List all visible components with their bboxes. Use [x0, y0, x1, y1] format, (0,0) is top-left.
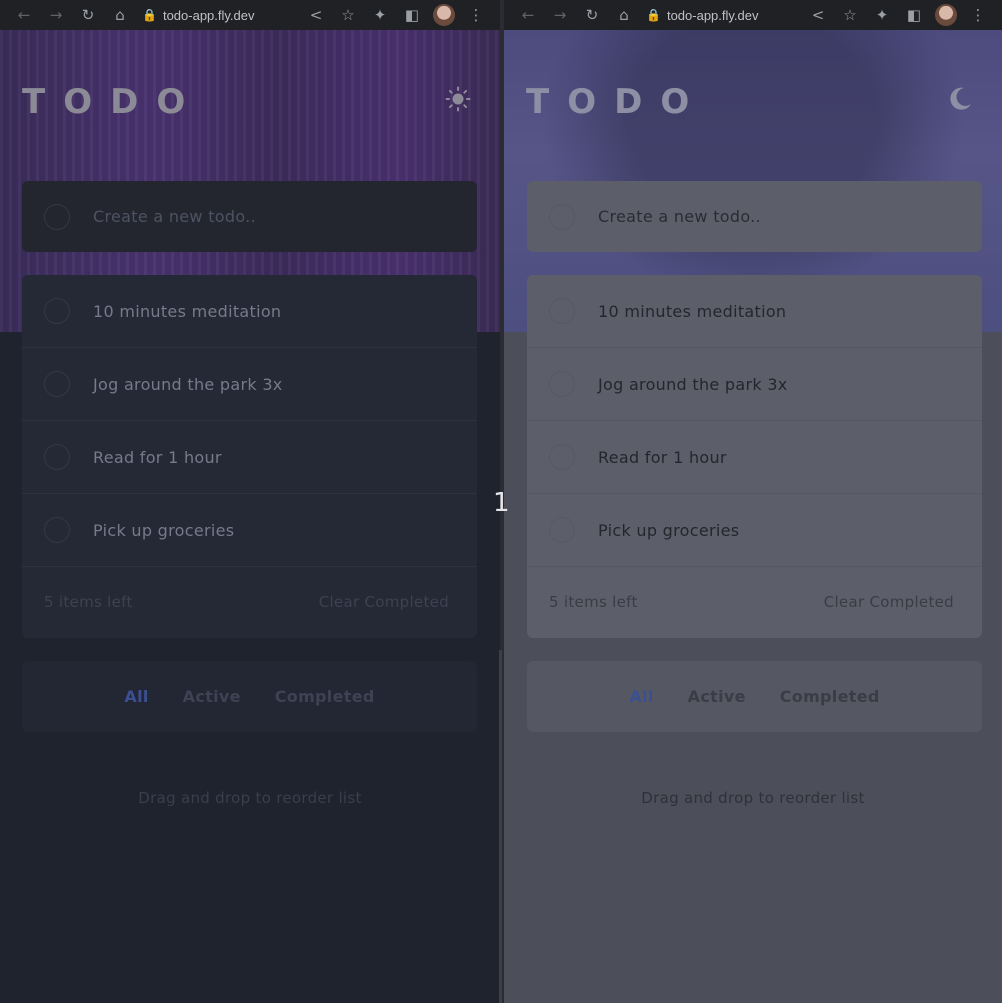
filter-completed[interactable]: Completed	[275, 687, 375, 706]
items-left-count: 5 items left	[549, 593, 638, 611]
list-item[interactable]: Jog around the park 3x	[527, 348, 982, 421]
address-bar[interactable]: 🔒 todo-app.fly.dev	[646, 8, 802, 23]
filter-completed[interactable]: Completed	[780, 687, 880, 706]
todo-label: Pick up groceries	[598, 520, 740, 540]
avatar[interactable]	[433, 4, 455, 26]
home-icon[interactable]: ⌂	[608, 3, 640, 27]
new-todo-field[interactable]: Create a new todo..	[22, 181, 477, 252]
scrollbar[interactable]	[499, 650, 502, 1003]
todo-label: 10 minutes meditation	[93, 301, 282, 321]
url-text: todo-app.fly.dev	[162, 7, 255, 23]
extensions-icon[interactable]: ✦	[866, 3, 898, 27]
star-icon[interactable]: ☆	[834, 3, 866, 27]
todo-list: 10 minutes meditation Jog around the par…	[527, 275, 982, 638]
filter-all[interactable]: All	[124, 687, 148, 706]
browser-toolbar: ← → ↻ ⌂ 🔒 todo-app.fly.dev < ☆ ✦ ◧ ⋮	[0, 0, 500, 30]
todo-label: Read for 1 hour	[93, 447, 222, 467]
list-footer: 5 items left Clear Completed	[22, 567, 477, 637]
todo-label: Jog around the park 3x	[598, 374, 788, 394]
list-item[interactable]: Pick up groceries	[527, 494, 982, 567]
lock-icon: 🔒	[142, 8, 157, 22]
check-circle[interactable]	[44, 371, 70, 397]
menu-icon[interactable]: ⋮	[962, 3, 994, 27]
moon-icon[interactable]	[946, 85, 974, 113]
filter-bar: All Active Completed	[527, 661, 982, 732]
back-icon[interactable]: ←	[512, 3, 544, 27]
check-circle[interactable]	[44, 517, 70, 543]
url-text: todo-app.fly.dev	[666, 7, 759, 23]
reorder-hint: Drag and drop to reorder list	[641, 789, 865, 807]
list-item[interactable]: Jog around the park 3x	[22, 348, 477, 421]
reload-icon[interactable]: ↻	[72, 3, 104, 27]
app-logo: TODO	[526, 82, 708, 122]
filter-active[interactable]: Active	[688, 687, 746, 706]
list-footer: 5 items left Clear Completed	[527, 567, 982, 637]
avatar[interactable]	[935, 4, 957, 26]
list-item[interactable]: 10 minutes meditation	[22, 275, 477, 348]
check-circle[interactable]	[44, 298, 70, 324]
new-todo-field[interactable]: Create a new todo..	[527, 181, 982, 252]
light-theme-pane: ← → ↻ ⌂ 🔒 todo-app.fly.dev < ☆ ✦ ◧ ⋮ TOD…	[504, 0, 1002, 1003]
address-bar[interactable]: 🔒 todo-app.fly.dev	[142, 8, 300, 23]
share-icon[interactable]: <	[300, 3, 332, 27]
clear-completed-button[interactable]: Clear Completed	[824, 593, 954, 611]
new-todo-placeholder: Create a new todo..	[93, 207, 256, 226]
items-left-count: 5 items left	[44, 593, 133, 611]
lock-icon: 🔒	[646, 8, 661, 22]
browser-toolbar: ← → ↻ ⌂ 🔒 todo-app.fly.dev < ☆ ✦ ◧ ⋮	[504, 0, 1002, 30]
extensions-icon[interactable]: ✦	[364, 3, 396, 27]
check-circle[interactable]	[549, 517, 575, 543]
check-circle[interactable]	[549, 444, 575, 470]
new-todo-check-circle[interactable]	[549, 203, 575, 230]
check-circle[interactable]	[549, 298, 575, 324]
sun-icon[interactable]	[444, 85, 472, 113]
app-logo: TODO	[22, 82, 204, 122]
list-item[interactable]: Read for 1 hour	[22, 421, 477, 494]
filter-active[interactable]: Active	[183, 687, 241, 706]
filter-all[interactable]: All	[629, 687, 653, 706]
check-circle[interactable]	[549, 371, 575, 397]
share-icon[interactable]: <	[802, 3, 834, 27]
list-item[interactable]: Read for 1 hour	[527, 421, 982, 494]
check-circle[interactable]	[44, 444, 70, 470]
todo-label: 10 minutes meditation	[598, 301, 787, 321]
menu-icon[interactable]: ⋮	[460, 3, 492, 27]
todo-label: Read for 1 hour	[598, 447, 727, 467]
todo-label: Jog around the park 3x	[93, 374, 283, 394]
side-panel-icon[interactable]: ◧	[396, 3, 428, 27]
reload-icon[interactable]: ↻	[576, 3, 608, 27]
star-icon[interactable]: ☆	[332, 3, 364, 27]
side-panel-icon[interactable]: ◧	[898, 3, 930, 27]
back-icon[interactable]: ←	[8, 3, 40, 27]
dark-theme-pane: ← → ↻ ⌂ 🔒 todo-app.fly.dev < ☆ ✦ ◧ ⋮ TOD…	[0, 0, 500, 1003]
reorder-hint: Drag and drop to reorder list	[138, 789, 362, 807]
list-item[interactable]: 10 minutes meditation	[527, 275, 982, 348]
todo-list: 10 minutes meditation Jog around the par…	[22, 275, 477, 638]
filter-bar: All Active Completed	[22, 661, 477, 732]
new-todo-check-circle[interactable]	[44, 203, 70, 230]
new-todo-placeholder: Create a new todo..	[598, 207, 761, 226]
todo-label: Pick up groceries	[93, 520, 235, 540]
forward-icon[interactable]: →	[544, 3, 576, 27]
list-item[interactable]: Pick up groceries	[22, 494, 477, 567]
forward-icon[interactable]: →	[40, 3, 72, 27]
home-icon[interactable]: ⌂	[104, 3, 136, 27]
overlay-number: 1	[493, 488, 510, 518]
clear-completed-button[interactable]: Clear Completed	[319, 593, 449, 611]
